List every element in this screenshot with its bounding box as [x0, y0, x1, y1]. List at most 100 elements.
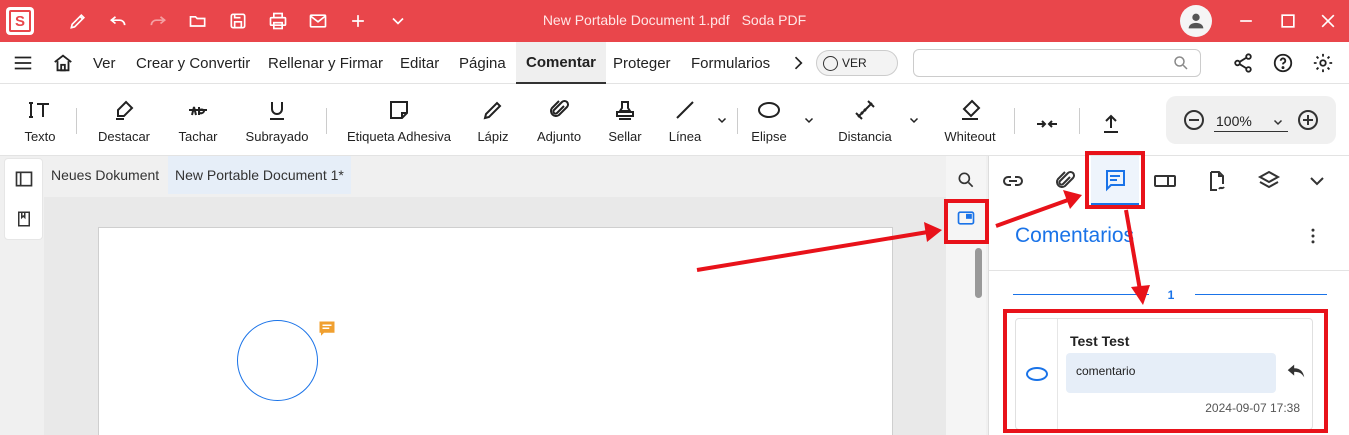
pdf-page[interactable] [98, 227, 893, 435]
distancia-dropdown-icon[interactable] [908, 114, 920, 126]
soda-pdf-window: S New Portable Document 1.pdf Soda PDF Ve… [0, 0, 1349, 435]
comment-icon [1106, 169, 1125, 191]
panel-tab-links[interactable] [989, 156, 1037, 206]
panel-tabs-more[interactable] [1293, 156, 1341, 206]
adjunto-tool[interactable]: Adjunto [532, 92, 586, 148]
search-input[interactable] [914, 50, 1164, 76]
chevron-down-icon [1310, 177, 1324, 186]
panel-toggle-icon[interactable] [954, 206, 978, 230]
paperclip-icon [550, 99, 570, 117]
pencil-icon [483, 101, 502, 120]
page-group-number: 1 [1167, 288, 1175, 302]
menu-editar[interactable]: Editar [400, 42, 439, 84]
print-icon[interactable] [266, 9, 290, 33]
tab-new-portable-document[interactable]: New Portable Document 1* [168, 156, 351, 194]
subrayado-tool[interactable]: Subrayado [240, 92, 314, 148]
comment-note-icon[interactable] [318, 320, 336, 338]
redo-icon [146, 9, 170, 33]
undo-icon[interactable] [106, 9, 130, 33]
underline-icon [270, 102, 284, 120]
hamburger-icon[interactable] [12, 42, 34, 84]
maximize-icon[interactable] [1276, 9, 1300, 33]
toolbar-divider [326, 108, 327, 134]
lapiz-label: Lápiz [477, 129, 509, 144]
tachar-tool[interactable]: Tachar [172, 92, 224, 148]
elipse-tool[interactable]: Elipse [748, 92, 790, 148]
distancia-tool[interactable]: Distancia [834, 92, 896, 148]
tab-neues-dokument[interactable]: Neues Dokument [44, 156, 166, 194]
panel-tab-layers[interactable] [1245, 156, 1293, 206]
compare-button[interactable] [1034, 92, 1060, 148]
menu-rellenar-firmar[interactable]: Rellenar y Firmar [268, 42, 383, 84]
toolbar-divider [76, 108, 77, 134]
left-rail [4, 158, 43, 240]
highlighter-icon [116, 100, 134, 120]
menu-pagina[interactable]: Página [459, 42, 506, 84]
sellar-tool[interactable]: Sellar [604, 92, 646, 148]
minimize-icon[interactable] [1234, 9, 1258, 33]
ellipse-annotation[interactable] [237, 320, 318, 401]
panel-title: Comentarios [1015, 224, 1135, 247]
elipse-dropdown-icon[interactable] [803, 114, 815, 126]
menu-proteger[interactable]: Proteger [613, 42, 671, 84]
comment-author: Test Test [1070, 333, 1130, 349]
soda-logo[interactable]: S [6, 7, 34, 35]
distancia-label: Distancia [838, 129, 892, 144]
panel-tab-comments[interactable] [1091, 156, 1139, 206]
help-icon[interactable] [1272, 42, 1294, 84]
sidebar-panel-icon[interactable] [12, 167, 36, 191]
panel-tab-signatures[interactable] [1193, 156, 1241, 206]
menu-crear-convertir[interactable]: Crear y Convertir [136, 42, 250, 84]
user-avatar[interactable] [1180, 5, 1212, 37]
zoom-out-icon[interactable] [1182, 108, 1206, 132]
ellipse-annotation-icon [1026, 367, 1048, 381]
comment-text: comentario [1066, 353, 1276, 393]
save-icon[interactable] [226, 9, 250, 33]
zoom-select[interactable]: 100% [1214, 110, 1288, 132]
pen-icon[interactable] [66, 9, 90, 33]
close-icon[interactable] [1316, 9, 1340, 33]
search-icon[interactable] [954, 168, 978, 192]
search-box [913, 49, 1201, 77]
export-button[interactable] [1098, 92, 1124, 148]
chevron-right-icon[interactable] [788, 42, 808, 84]
collapse-arrows-icon [1037, 120, 1057, 128]
mail-icon[interactable] [306, 9, 330, 33]
whiteout-tool[interactable]: Whiteout [940, 92, 1000, 148]
share-icon[interactable] [1232, 42, 1254, 84]
bookmark-icon[interactable] [12, 207, 36, 231]
home-icon[interactable] [52, 42, 74, 84]
menu-ver[interactable]: Ver [93, 42, 116, 84]
panel-tab-attachments[interactable] [1041, 156, 1089, 206]
search-icon[interactable] [1172, 54, 1190, 72]
distance-icon [855, 100, 875, 120]
chevron-down-icon [1273, 119, 1283, 126]
document-tabs: Neues Dokument New Portable Document 1* [44, 156, 946, 196]
sellar-label: Sellar [608, 129, 642, 144]
menu-formularios[interactable]: Formularios [691, 42, 770, 84]
settings-gear-icon[interactable] [1312, 42, 1334, 84]
panel-tab-fields[interactable] [1141, 156, 1189, 206]
open-folder-icon[interactable] [186, 9, 210, 33]
linea-tool[interactable]: Línea [664, 92, 706, 148]
etiqueta-adhesiva-tool[interactable]: Etiqueta Adhesiva [344, 92, 454, 148]
linea-dropdown-icon[interactable] [716, 114, 728, 126]
scrollbar-thumb[interactable] [975, 248, 982, 298]
linea-label: Línea [668, 129, 702, 144]
zoom-in-icon[interactable] [1296, 108, 1320, 132]
strikethrough-icon [189, 106, 207, 116]
ver-toggle[interactable]: VER [816, 50, 898, 76]
zoom-control: 100% [1166, 96, 1336, 144]
comment-card[interactable]: Test Test comentario 2024-09-07 17:38 [1015, 318, 1313, 431]
panel-divider [989, 270, 1349, 271]
lapiz-tool[interactable]: Lápiz [472, 92, 514, 148]
more-options-icon[interactable] [1301, 224, 1325, 248]
menu-comentar[interactable]: Comentar [516, 42, 607, 84]
ver-toggle-label: VER [842, 56, 867, 70]
plus-icon[interactable] [346, 9, 370, 33]
destacar-tool[interactable]: Destacar [92, 92, 156, 148]
texto-tool[interactable]: Texto [20, 92, 60, 148]
reply-icon[interactable] [1284, 359, 1308, 383]
chevron-down-icon[interactable] [386, 9, 410, 33]
comment-type-column [1016, 319, 1058, 431]
